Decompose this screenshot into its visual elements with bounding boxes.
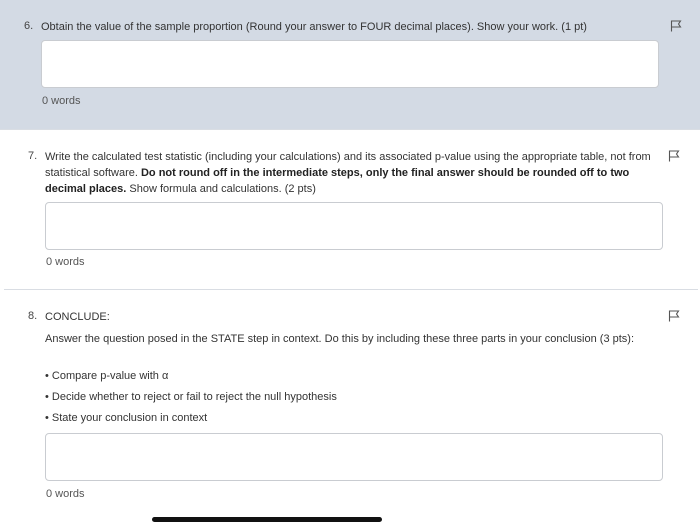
home-indicator[interactable] bbox=[152, 517, 382, 522]
question-8: 8. CONCLUDE: Answer the question posed i… bbox=[4, 290, 698, 528]
list-item: • Decide whether to reject or fail to re… bbox=[45, 391, 337, 403]
list-item: • Compare p-value with α bbox=[45, 370, 169, 382]
answer-textbox[interactable] bbox=[45, 433, 663, 481]
question-prompt: Write the calculated test statistic (inc… bbox=[45, 149, 665, 197]
flag-icon[interactable] bbox=[668, 310, 680, 322]
word-count: 0 words bbox=[42, 95, 81, 107]
question-number: 7. bbox=[28, 150, 38, 162]
question-prompt: Answer the question posed in the STATE s… bbox=[45, 333, 635, 345]
word-count: 0 words bbox=[46, 256, 85, 268]
question-number: 8. bbox=[28, 310, 38, 322]
answer-textbox[interactable] bbox=[45, 202, 663, 250]
question-number: 6. bbox=[24, 20, 34, 32]
question-6: 6. Obtain the value of the sample propor… bbox=[0, 0, 700, 130]
question-prompt: Obtain the value of the sample proportio… bbox=[41, 21, 587, 33]
flag-icon[interactable] bbox=[670, 20, 682, 32]
prompt-text: Show formula and calculations. (2 pts) bbox=[129, 183, 316, 195]
answer-textbox[interactable] bbox=[41, 40, 659, 88]
list-item: • State your conclusion in context bbox=[45, 412, 208, 424]
question-heading: CONCLUDE: bbox=[45, 311, 110, 323]
flag-icon[interactable] bbox=[668, 150, 680, 162]
word-count: 0 words bbox=[46, 488, 85, 500]
question-7: 7. Write the calculated test statistic (… bbox=[4, 130, 698, 290]
